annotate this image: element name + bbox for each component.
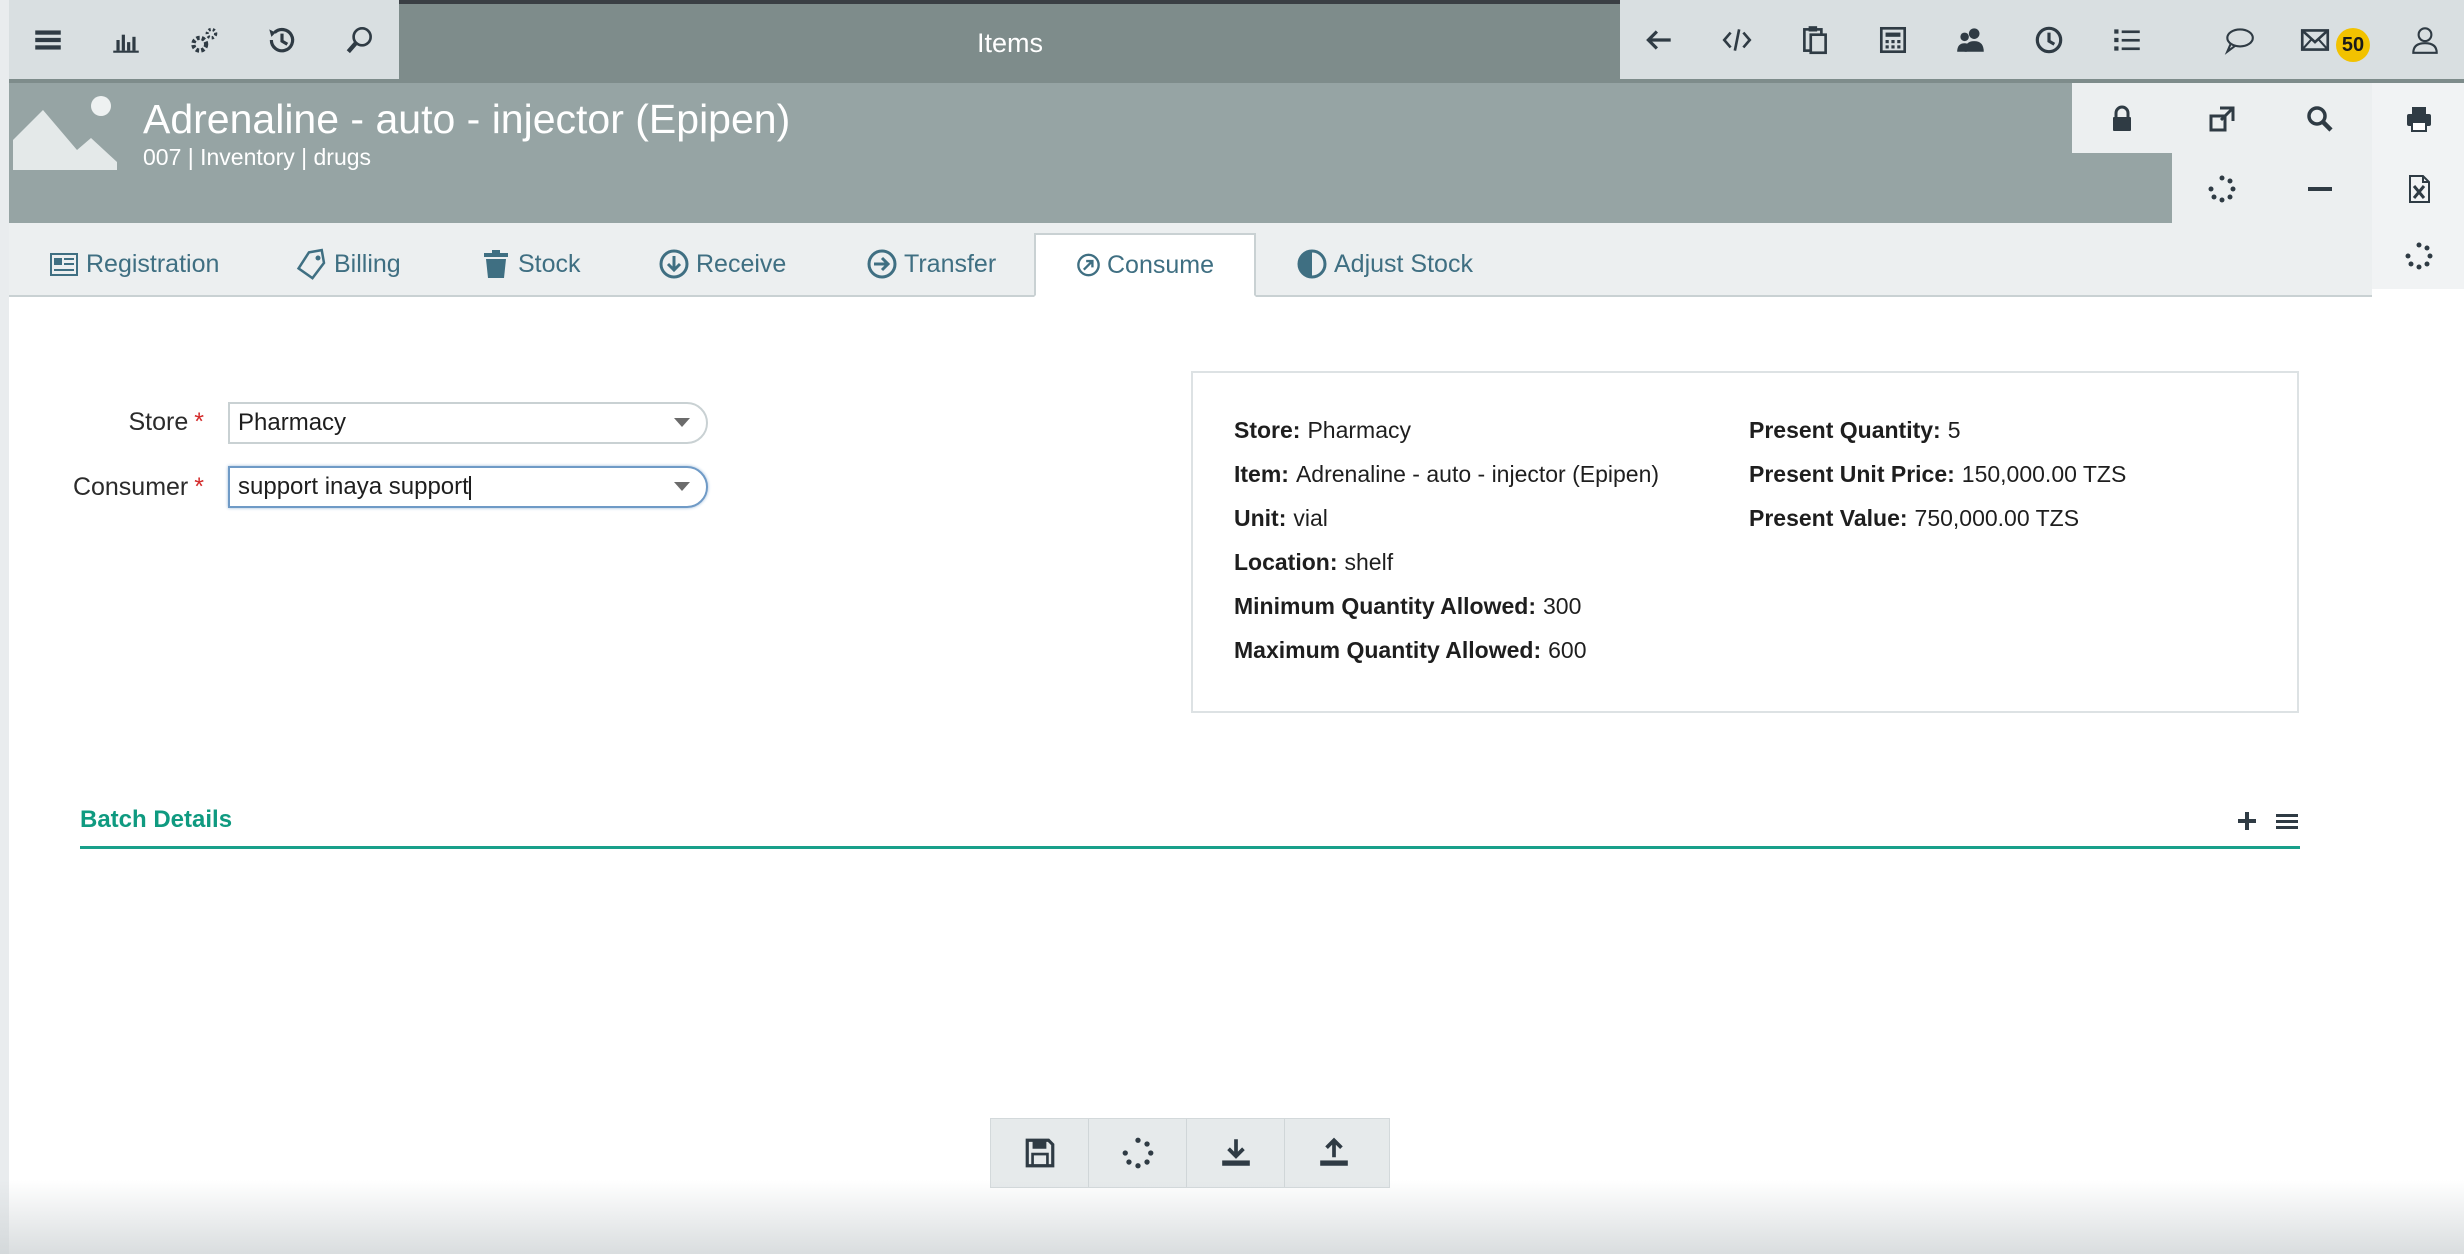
excel-export-icon[interactable]: [2370, 155, 2464, 223]
chat-icon[interactable]: [2200, 0, 2278, 79]
tab-stock[interactable]: Stock: [480, 233, 581, 295]
arrow-right-circle-icon: [867, 249, 897, 279]
tab-label: Billing: [334, 249, 401, 278]
contrast-icon: [1297, 249, 1327, 279]
tab-label: Transfer: [904, 249, 997, 278]
registration-icon: [50, 253, 78, 276]
arrow-down-circle-icon: [659, 249, 689, 279]
tab-receive[interactable]: Receive: [658, 233, 786, 295]
popout-icon[interactable]: [2173, 85, 2271, 153]
add-batch-icon[interactable]: [2232, 806, 2262, 836]
tab-label: Stock: [518, 249, 581, 278]
info-location: Location: shelf: [1234, 549, 1394, 575]
print-icon[interactable]: [2370, 85, 2464, 153]
text-cursor: [468, 475, 471, 500]
window-frame-left: [0, 0, 9, 1254]
message-count-badge[interactable]: 50: [2336, 28, 2370, 62]
tab-label: Adjust Stock: [1334, 249, 1473, 278]
back-arrow-icon[interactable]: [1620, 0, 1698, 79]
lock-icon[interactable]: [2073, 85, 2171, 153]
users-icon[interactable]: [1932, 0, 2010, 79]
spinner-icon[interactable]: [2173, 155, 2271, 223]
info-max-qty: Maximum Quantity Allowed: 600: [1234, 637, 1587, 663]
store-label: Store *: [128, 408, 205, 436]
info-present-value: Present Value: 750,000.00 TZS: [1749, 505, 2080, 531]
tab-label: Consume: [1107, 250, 1214, 279]
tab-label: Registration: [86, 249, 220, 278]
top-right-toolbar: [1620, 0, 2164, 79]
required-marker: *: [194, 408, 204, 436]
batch-details-title: Batch Details: [80, 806, 233, 833]
upload-icon[interactable]: [1285, 1119, 1383, 1187]
tab-transfer[interactable]: Transfer: [866, 233, 996, 295]
user-icon[interactable]: [2386, 0, 2464, 79]
info-store: Store: Pharmacy: [1234, 417, 1411, 443]
clock-icon[interactable]: [2010, 0, 2088, 79]
item-image-placeholder-icon[interactable]: [13, 90, 117, 170]
download-icon[interactable]: [1187, 1119, 1285, 1187]
chevron-down-icon[interactable]: [674, 418, 690, 427]
info-present-qty: Present Quantity: 5: [1749, 417, 1961, 443]
settings-icon[interactable]: [165, 0, 243, 79]
chart-icon[interactable]: [87, 0, 165, 79]
consumer-label: Consumer *: [72, 473, 204, 501]
info-unit: Unit: vial: [1234, 505, 1328, 531]
minimize-icon[interactable]: [2271, 155, 2369, 223]
store-select[interactable]: Pharmacy: [228, 402, 708, 444]
item-subtitle: 007 | Inventory | drugs: [143, 144, 372, 170]
list-icon[interactable]: [2088, 0, 2166, 79]
required-marker: *: [194, 473, 204, 501]
tab-billing[interactable]: Billing: [296, 233, 401, 295]
tab-registration[interactable]: Registration: [48, 233, 219, 295]
refresh-spinner-icon[interactable]: [1089, 1119, 1187, 1187]
chevron-down-icon[interactable]: [674, 482, 690, 491]
info-present-unit-price: Present Unit Price: 150,000.00 TZS: [1749, 461, 2127, 487]
search-icon[interactable]: [321, 0, 399, 79]
store-value: Pharmacy: [238, 409, 347, 436]
tab-consume[interactable]: Consume: [1034, 233, 1256, 297]
item-title: Adrenaline - auto - injector (Epipen): [143, 96, 791, 142]
save-icon[interactable]: [991, 1119, 1089, 1187]
tab-label: Receive: [696, 249, 787, 278]
batch-menu-icon[interactable]: [2272, 806, 2302, 836]
top-user-toolbar: [2164, 0, 2464, 79]
loading-icon[interactable]: [2370, 222, 2464, 290]
app-title: Items: [976, 28, 1043, 58]
consumer-value: support inaya support: [238, 473, 469, 500]
code-icon[interactable]: [1698, 0, 1776, 79]
arrow-upright-circle-icon: [1077, 253, 1100, 277]
calculator-icon[interactable]: [1854, 0, 1932, 79]
info-min-qty: Minimum Quantity Allowed: 300: [1234, 593, 1582, 619]
trash-icon: [484, 250, 508, 278]
menu-icon[interactable]: [9, 0, 87, 79]
zoom-search-icon[interactable]: [2271, 85, 2369, 153]
clipboard-icon[interactable]: [1776, 0, 1854, 79]
tab-adjust-stock[interactable]: Adjust Stock: [1296, 233, 1473, 295]
bottom-edge-shadow: [0, 1180, 2464, 1254]
history-icon[interactable]: [243, 0, 321, 79]
tag-icon: [296, 248, 326, 280]
top-left-toolbar: [9, 0, 399, 79]
info-item: Item: Adrenaline - auto - injector (Epipe…: [1234, 461, 1660, 487]
consumer-select[interactable]: support inaya support: [228, 466, 708, 508]
batch-details-divider: [80, 846, 2300, 849]
